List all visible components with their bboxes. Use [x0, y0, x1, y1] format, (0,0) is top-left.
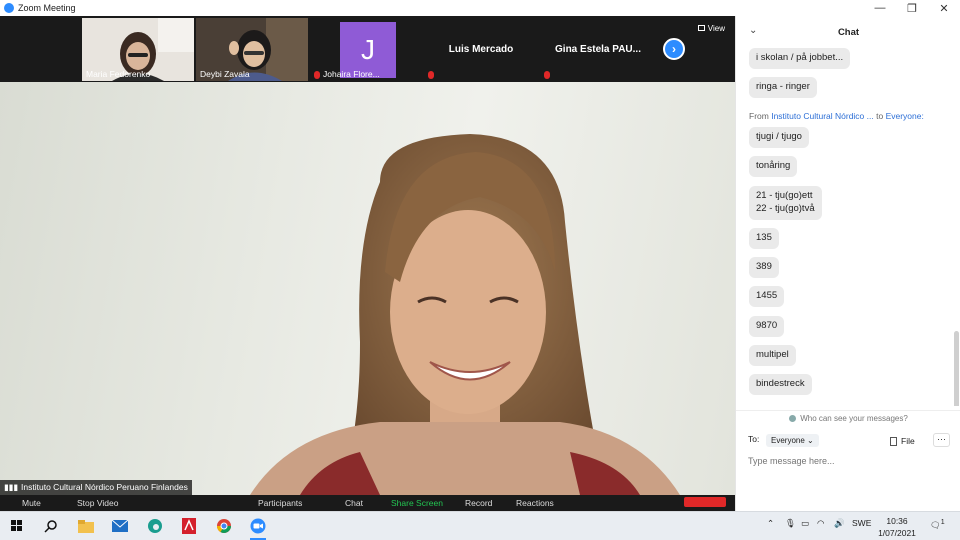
participant-name: Maria Fedorenko [86, 69, 151, 79]
chat-message: 1455 [749, 286, 785, 307]
search-icon[interactable] [42, 517, 60, 535]
sender-name[interactable]: Instituto Cultural Nórdico ... [771, 111, 874, 121]
windows-start-icon[interactable] [8, 517, 26, 535]
record-button[interactable]: Record [465, 498, 492, 508]
chat-message: ringa - ringer [749, 77, 817, 98]
volume-icon[interactable]: 🔊 [834, 518, 845, 529]
mic-muted-icon [428, 70, 434, 79]
participant-name: Deybi Zavala [200, 69, 250, 79]
end-meeting-button[interactable] [684, 497, 726, 507]
recipient-name[interactable]: Everyone: [886, 111, 924, 121]
restore-button[interactable]: ❐ [896, 0, 928, 16]
taskbar-clock[interactable]: 10:36 1/07/2021 [874, 515, 920, 539]
file-button[interactable]: File [890, 436, 915, 447]
chat-message: tjugi / tjugo [749, 127, 809, 148]
participant-tile[interactable]: Gina Estela PAU... [540, 18, 656, 81]
chat-panel: ⌄ Chat i skolan / på jobbet... ringa - r… [735, 16, 960, 511]
participant-tile[interactable]: J Johaira Flore... [310, 18, 422, 81]
share-screen-button[interactable]: Share Screen [391, 498, 443, 508]
speaker-name-label: ▮▮▮ Instituto Cultural Nórdico Peruano Fi… [0, 480, 192, 495]
language-indicator[interactable]: SWE [852, 518, 871, 528]
participant-tile[interactable]: Maria Fedorenko [82, 18, 194, 81]
to-label: To: [748, 434, 760, 444]
battery-icon[interactable]: ▭ [801, 518, 809, 529]
mail-icon[interactable] [111, 517, 129, 535]
chat-message: 389 [749, 257, 779, 278]
mic-muted-icon [544, 70, 550, 79]
message-visibility-link[interactable]: Who can see your messages? [736, 410, 960, 426]
participant-name: Gina Estela PAU... [555, 44, 641, 55]
chat-message: multipel [749, 345, 796, 366]
chat-message: bindestreck [749, 374, 812, 395]
signal-bars-icon: ▮▮▮ [4, 482, 19, 492]
notifications-icon[interactable]: 🗨1 [930, 518, 945, 531]
participant-mic-status [428, 69, 437, 79]
recipient-select[interactable]: Everyone ⌄ [766, 434, 819, 447]
participant-mic-status [544, 69, 553, 79]
file-explorer-icon[interactable] [77, 517, 95, 535]
participant-tile[interactable]: Luis Mercado [424, 18, 538, 81]
chat-message: 9870 [749, 316, 785, 337]
minimize-button[interactable]: — [864, 0, 896, 16]
chat-header: ⌄ Chat [736, 16, 960, 46]
acrobat-icon[interactable] [180, 517, 198, 535]
clock-time: 10:36 [886, 516, 908, 526]
zoom-app-icon [4, 3, 14, 13]
next-page-button[interactable]: › [663, 38, 685, 60]
participants-button[interactable]: Participants [258, 498, 302, 508]
tray-expand-icon[interactable]: ⌃ [767, 518, 774, 529]
grid-view-icon [697, 25, 705, 31]
chrome-icon[interactable] [215, 517, 233, 535]
stop-video-button[interactable]: Stop Video [77, 498, 118, 508]
chat-button[interactable]: Chat [345, 498, 363, 508]
close-button[interactable]: ✕ [928, 0, 960, 16]
window-controls: — ❐ ✕ [864, 0, 960, 16]
chat-scrollbar[interactable] [954, 331, 959, 406]
file-icon [890, 437, 897, 447]
participant-name: Luis Mercado [448, 44, 514, 55]
active-speaker-video: ▮▮▮ Instituto Cultural Nórdico Peruano Fi… [0, 82, 735, 495]
chat-message: 21 - tju(go)ett 22 - tju(go)två [749, 186, 822, 220]
view-button[interactable]: View [697, 24, 725, 33]
meeting-toolbar: Mute Stop Video Participants Chat Share … [0, 495, 735, 511]
chat-message: 135 [749, 228, 779, 249]
chat-messages: i skolan / på jobbet... ringa - ringer F… [736, 46, 960, 406]
chat-message: tonåring [749, 156, 798, 177]
participant-strip: Maria Fedorenko Deybi Zavala J Johaira F… [0, 16, 735, 82]
meeting-area: Maria Fedorenko Deybi Zavala J Johaira F… [0, 16, 735, 511]
recipient-row: To: Everyone ⌄ File ··· [748, 433, 953, 450]
participant-name: Johaira Flore... [314, 69, 380, 79]
window-title: Zoom Meeting [18, 3, 76, 13]
message-sender-line: From Instituto Cultural Nórdico ... to E… [749, 111, 924, 121]
chat-message-input[interactable] [748, 456, 948, 466]
zoom-window: Zoom Meeting — ❐ ✕ Maria Fedorenko Deybi… [0, 0, 960, 540]
windows-taskbar: ⌃ 🎙 ▭ ◠ 🔊 SWE 10:36 1/07/2021 🗨1 [0, 511, 960, 540]
edge-browser-icon[interactable] [146, 517, 164, 535]
clock-date: 1/07/2021 [878, 528, 916, 538]
chevron-right-icon: › [672, 42, 676, 56]
speaker-video-frame [250, 134, 680, 495]
more-options-button[interactable]: ··· [933, 433, 950, 447]
zoom-taskbar-icon[interactable] [249, 517, 267, 540]
chat-title: Chat [837, 27, 860, 38]
wifi-icon[interactable]: ◠ [817, 518, 824, 529]
title-bar: Zoom Meeting — ❐ ✕ [0, 0, 960, 16]
participant-tile[interactable]: Deybi Zavala [196, 18, 308, 81]
chat-message: i skolan / på jobbet... [749, 48, 851, 69]
people-icon [789, 415, 797, 423]
mic-muted-icon [314, 70, 320, 79]
mute-button[interactable]: Mute [22, 498, 41, 508]
reactions-button[interactable]: Reactions [516, 498, 554, 508]
microphone-icon[interactable]: 🎙 [785, 518, 796, 529]
